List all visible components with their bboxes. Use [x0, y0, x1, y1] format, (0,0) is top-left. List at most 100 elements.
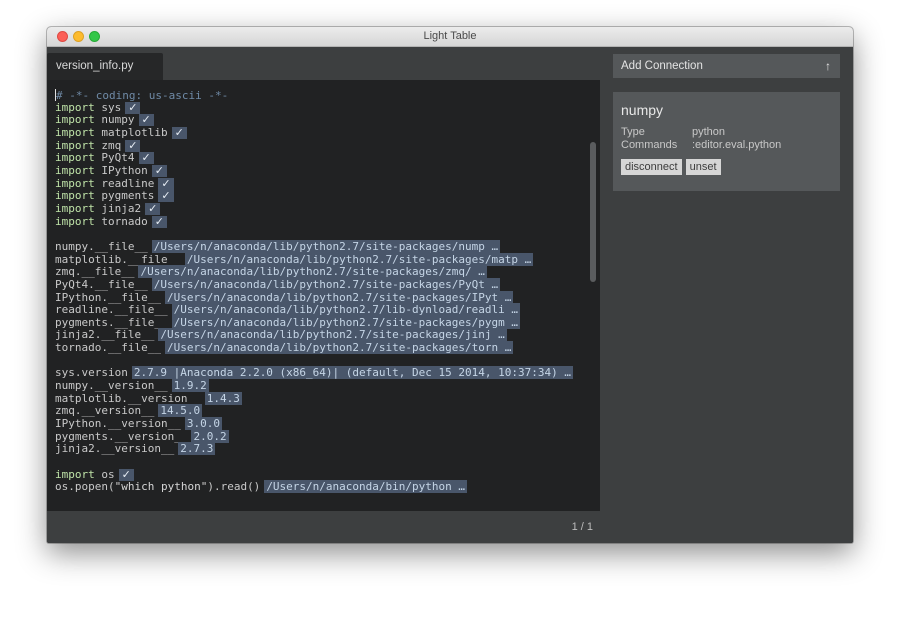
eval-result[interactable]: 1.9.2 [171, 379, 209, 393]
code-text: matplotlib [101, 125, 168, 139]
code-line[interactable] [55, 456, 573, 469]
eval-result[interactable]: /Users/n/anaconda/bin/python … [264, 480, 467, 494]
code-line[interactable]: os.popen("which python").read()/Users/n/… [55, 480, 573, 494]
code-keyword: import [55, 100, 95, 114]
code-text: zmq.__version__ [55, 404, 155, 418]
title-bar: Light Table [47, 27, 853, 47]
checkmark-icon: ✓ [125, 101, 141, 114]
checkmark-icon: ✓ [151, 164, 167, 177]
tab-version-info[interactable]: version_info.py [47, 53, 163, 80]
checkmark-icon: ✓ [125, 139, 141, 152]
eval-result[interactable]: /Users/n/anaconda/lib/python2.7/site-pac… [158, 328, 507, 342]
code-text: ).read() [207, 480, 261, 494]
code-text: jinja2.__file__ [55, 328, 155, 342]
eval-result[interactable]: /Users/n/anaconda/lib/python2.7/site-pac… [184, 252, 534, 266]
code-text: zmq [101, 138, 122, 152]
checkmark-icon: ✓ [138, 114, 154, 127]
checkmark-icon: ✓ [151, 215, 167, 228]
code-keyword: import [55, 201, 95, 215]
code-lines[interactable]: # -*- coding: us-ascii -*- import sys ✓ imp… [55, 89, 573, 494]
eval-result[interactable]: 2.0.2 [191, 429, 229, 443]
eval-result[interactable]: /Users/n/anaconda/lib/python2.7/site-pac… [164, 341, 514, 355]
eval-result[interactable]: 3.0.0 [184, 417, 222, 431]
code-text: matplotlib.__version__ [55, 391, 201, 405]
code-keyword: import [55, 214, 95, 228]
code-text: PyQt4 [101, 151, 135, 165]
window-title: Light Table [423, 30, 477, 42]
code-keyword: import [55, 138, 95, 152]
unset-button[interactable]: unset [685, 159, 721, 175]
checkmark-icon: ✓ [145, 202, 161, 215]
code-text: zmq.__file__ [55, 265, 135, 279]
connection-card: numpy Type python Commands :editor.eval.… [613, 92, 840, 191]
code-text: readline.__file__ [55, 303, 168, 317]
eval-result[interactable]: 1.4.3 [204, 391, 242, 405]
tab-bar: version_info.py [47, 47, 603, 80]
code-line[interactable]: import tornado ✓ [55, 214, 573, 229]
connection-type-row: Type python [621, 126, 832, 139]
connections-sidebar: Add Connection ↑ numpy Type python Comma… [603, 47, 853, 543]
code-text: matplotlib.__file__ [55, 252, 181, 266]
eval-result[interactable]: /Users/n/anaconda/lib/python2.7/site-pac… [151, 239, 501, 253]
eval-result[interactable]: 14.5.0 [158, 404, 203, 418]
code-keyword: import [55, 125, 95, 139]
commands-label: Commands [621, 139, 678, 151]
cursor-position: 1 / 1 [571, 521, 593, 533]
eval-result[interactable]: /Users/n/anaconda/lib/python2.7/site-pac… [171, 315, 520, 329]
app-window: Light Table version_info.py # -*- coding… [47, 27, 853, 543]
code-text: IPython.__version__ [55, 417, 181, 431]
checkmark-icon: ✓ [118, 468, 134, 481]
code-text: pygments.__file__ [55, 315, 168, 329]
code-keyword: import [55, 467, 95, 481]
code-text: IPython [101, 163, 148, 177]
eval-result[interactable]: /Users/n/anaconda/lib/python2.7/site-pac… [138, 265, 487, 279]
status-bar: 1 / 1 [47, 511, 603, 543]
connection-commands-row: Commands :editor.eval.python [621, 139, 832, 152]
code-string: "which python" [114, 480, 208, 494]
code-text: jinja2.__version__ [55, 442, 175, 456]
code-text: sys [101, 100, 122, 114]
code-text: pygments.__version__ [55, 429, 188, 443]
code-text: IPython.__file__ [55, 290, 161, 304]
eval-result[interactable]: /Users/n/anaconda/lib/python2.7/site-pac… [164, 290, 514, 304]
code-keyword: import [55, 176, 95, 190]
code-text: readline [101, 176, 155, 190]
code-keyword: import [55, 113, 95, 127]
eval-result[interactable]: 2.7.3 [178, 442, 216, 456]
code-text: tornado.__file__ [55, 341, 161, 355]
code-text: pygments [101, 189, 155, 203]
code-keyword: import [55, 189, 95, 203]
code-text: numpy.__file__ [55, 239, 148, 253]
code-text: os [101, 467, 115, 481]
checkmark-icon: ✓ [158, 177, 174, 190]
checkmark-icon: ✓ [138, 152, 154, 165]
code-text: os.popen( [55, 480, 115, 494]
add-connection-label: Add Connection [621, 60, 703, 72]
code-keyword: import [55, 163, 95, 177]
disconnect-button[interactable]: disconnect [621, 159, 682, 175]
connection-actions: disconnect unset [621, 159, 832, 175]
checkmark-icon: ✓ [171, 126, 187, 139]
arrow-up-icon: ↑ [825, 59, 831, 73]
code-line[interactable]: jinja2.__version__ 2.7.3 [55, 442, 573, 456]
code-text: numpy.__version__ [55, 379, 168, 393]
vertical-scrollbar[interactable] [590, 142, 596, 282]
eval-result[interactable]: 2.7.9 |Anaconda 2.2.0 (x86_64)| (default… [131, 366, 573, 380]
commands-value: :editor.eval.python [692, 139, 782, 151]
eval-result[interactable]: /Users/n/anaconda/lib/python2.7/lib-dynl… [171, 303, 520, 317]
code-line[interactable]: tornado.__file__/Users/n/anaconda/lib/py… [55, 341, 573, 355]
code-text: PyQt4.__file__ [55, 277, 148, 291]
code-line[interactable]: import matplotlib ✓ [55, 125, 573, 140]
type-value: python [692, 126, 726, 138]
checkmark-icon: ✓ [158, 190, 174, 203]
code-keyword: import [55, 151, 95, 165]
code-text: numpy [101, 113, 135, 127]
type-label: Type [621, 126, 645, 138]
code-text: jinja2 [101, 201, 142, 215]
code-text: tornado [101, 214, 148, 228]
code-line[interactable]: # -*- coding: us-ascii -*- [55, 89, 573, 102]
code-editor[interactable]: # -*- coding: us-ascii -*- import sys ✓ imp… [47, 80, 600, 511]
add-connection-button[interactable]: Add Connection ↑ [613, 54, 840, 78]
connection-name: numpy [621, 102, 664, 118]
eval-result[interactable]: /Users/n/anaconda/lib/python2.7/site-pac… [151, 277, 501, 291]
